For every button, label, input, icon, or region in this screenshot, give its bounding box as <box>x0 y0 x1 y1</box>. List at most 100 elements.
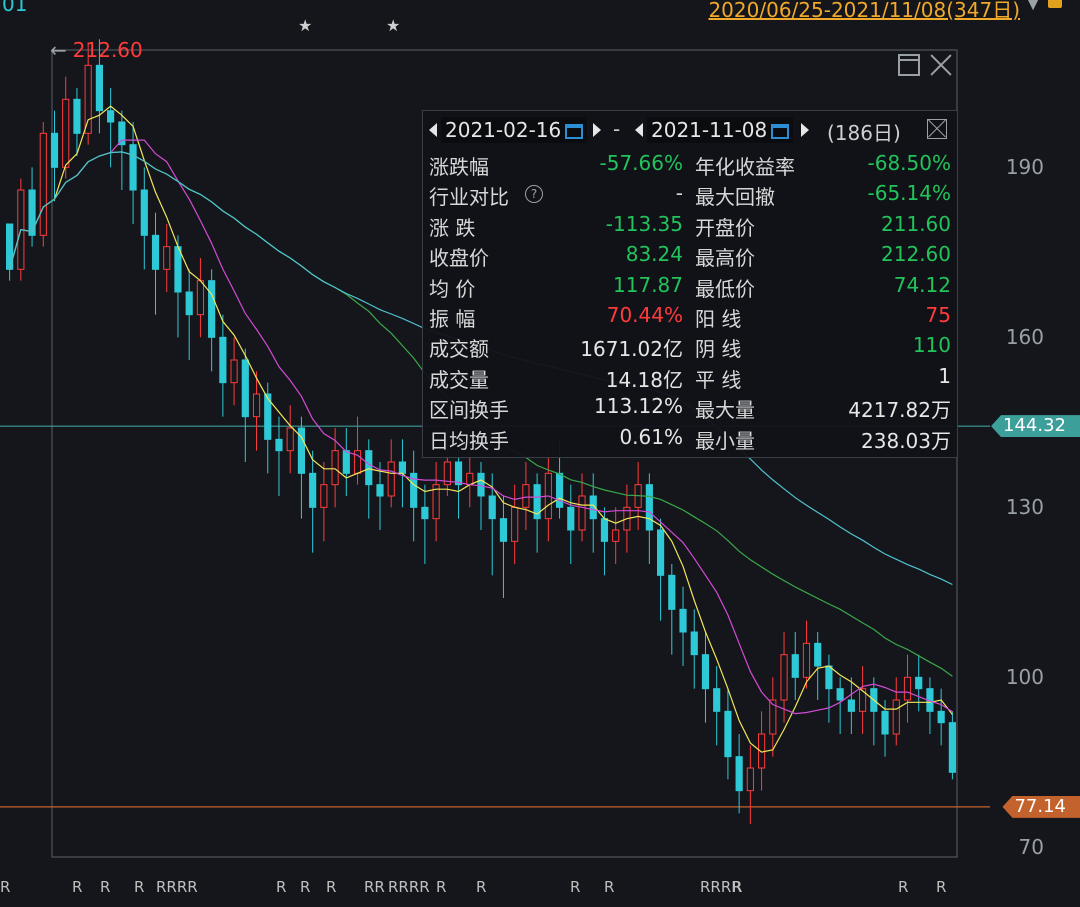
rights-marker[interactable]: R <box>134 878 144 896</box>
rights-marker[interactable]: R <box>604 878 614 896</box>
candle-body <box>488 495 496 520</box>
chevron-down-icon[interactable]: ▼ <box>1026 0 1040 13</box>
stat-row: 成交额 1671.02亿阴 线 110 <box>429 333 951 363</box>
rights-marker[interactable]: RRRR <box>156 878 198 896</box>
stat-row: 行业对比? - 最大回撤 -65.14% <box>429 181 951 211</box>
candle-body <box>39 132 47 236</box>
candle-body <box>398 461 407 474</box>
stat-label: 年化收益率 <box>695 155 795 179</box>
stat-value: 110 <box>912 333 951 358</box>
y-axis-tick-label: 100 <box>1005 665 1044 690</box>
candle-body <box>802 642 811 678</box>
candle-body <box>881 710 889 735</box>
stat-label: 收盘价 <box>429 246 489 271</box>
rights-marker[interactable]: RRRR <box>388 878 430 896</box>
rights-marker[interactable]: R <box>300 878 310 896</box>
stat-value: 70.44% <box>606 303 683 327</box>
stat-label: 涨跌幅 <box>429 155 489 179</box>
stat-value: -113.35 <box>605 211 683 236</box>
stat-label: 平 线 <box>695 367 742 392</box>
rights-marker[interactable]: R <box>326 878 336 896</box>
candle-body <box>230 359 238 384</box>
rights-marker[interactable]: R <box>436 878 446 896</box>
rights-marker[interactable]: R <box>936 878 946 896</box>
y-axis-tick-label: 130 <box>1005 495 1044 520</box>
stat-value: 1 <box>938 363 951 388</box>
candle-body <box>421 506 429 520</box>
candle-body <box>342 450 350 474</box>
candle-body <box>309 472 317 508</box>
stat-row: 涨跌幅 -57.66% 年化收益率 -68.50% <box>429 151 951 181</box>
interval-days: (186日) <box>827 121 901 145</box>
stat-value: 74.12 <box>893 272 951 297</box>
rights-marker[interactable]: R <box>100 878 110 896</box>
stat-value: -57.66% <box>599 151 683 175</box>
y-axis-tick-label: 160 <box>1005 325 1044 350</box>
prev-start-date-icon[interactable] <box>429 123 437 137</box>
candle-body <box>208 280 216 338</box>
stat-label: 日均换手 <box>429 428 509 453</box>
candle-body <box>387 461 395 497</box>
rights-marker[interactable]: RR <box>364 878 385 896</box>
arrow-left-icon: ← <box>50 38 67 62</box>
help-icon[interactable]: ? <box>525 185 543 204</box>
lock-icon[interactable] <box>1048 0 1062 8</box>
calendar-icon[interactable] <box>565 124 584 139</box>
candle-body <box>252 393 261 418</box>
stat-label: 行业对比 <box>429 185 509 210</box>
candle-body <box>679 608 687 633</box>
next-start-date-icon[interactable] <box>593 123 601 137</box>
start-date-picker[interactable]: 2021-02-16 <box>441 117 588 143</box>
candle-body <box>746 767 754 792</box>
candle-body <box>780 654 788 701</box>
close-icon[interactable] <box>930 54 952 76</box>
rights-marker[interactable]: R <box>276 878 286 896</box>
candle-body <box>814 642 822 667</box>
price-line-tag[interactable]: 77.14 <box>1002 795 1080 818</box>
rights-marker[interactable]: R <box>72 878 82 896</box>
stat-row: 日均换手 0.61% 最小量 238.03万 <box>429 425 951 455</box>
stat-label: 最小量 <box>695 428 755 453</box>
candle-body <box>73 98 81 134</box>
stat-label: 涨 跌 <box>429 215 476 240</box>
candle-body <box>163 246 171 270</box>
candle-body <box>600 518 609 542</box>
stat-value: 1671.02亿 <box>580 337 683 362</box>
stat-label: 最大量 <box>695 398 755 423</box>
end-date-picker[interactable]: 2021-11-08 <box>647 117 794 143</box>
stat-value: 212.60 <box>881 242 951 267</box>
candle-body <box>62 98 70 168</box>
candle-body <box>196 280 204 316</box>
rights-marker[interactable]: R <box>898 878 908 896</box>
symbol-tag: 01 <box>2 0 28 16</box>
candle-body <box>612 529 620 542</box>
rights-marker[interactable]: R <box>732 878 742 896</box>
candle-body <box>511 506 519 542</box>
candle-body <box>656 529 665 576</box>
candle-body <box>219 336 227 384</box>
rights-marker[interactable]: R <box>476 878 486 896</box>
prev-end-date-icon[interactable] <box>635 123 643 137</box>
calendar-icon[interactable] <box>771 124 790 139</box>
candle-body <box>690 631 698 656</box>
stat-value: 113.12% <box>594 394 683 419</box>
candle-body <box>84 64 92 134</box>
date-separator: - <box>613 117 621 141</box>
candle-body <box>701 654 710 690</box>
date-range-selector[interactable]: 2020/06/25-2021/11/08(347日) <box>708 0 1020 23</box>
candle-body <box>567 506 575 531</box>
price-line-tag[interactable]: 144.32 <box>991 415 1080 438</box>
rights-marker[interactable]: R <box>0 878 10 896</box>
next-end-date-icon[interactable] <box>801 123 809 137</box>
candle-body <box>892 699 900 735</box>
candle-body <box>376 484 384 497</box>
rights-marker[interactable]: R <box>570 878 580 896</box>
candle-body <box>555 472 564 508</box>
start-date-value: 2021-02-16 <box>445 118 562 142</box>
event-star-icon[interactable]: ★ <box>298 16 312 35</box>
stat-value: - <box>675 181 683 206</box>
candle-body <box>95 64 103 112</box>
close-panel-icon[interactable] <box>927 119 947 139</box>
maximize-icon[interactable] <box>898 54 920 76</box>
event-star-icon[interactable]: ★ <box>386 16 400 35</box>
